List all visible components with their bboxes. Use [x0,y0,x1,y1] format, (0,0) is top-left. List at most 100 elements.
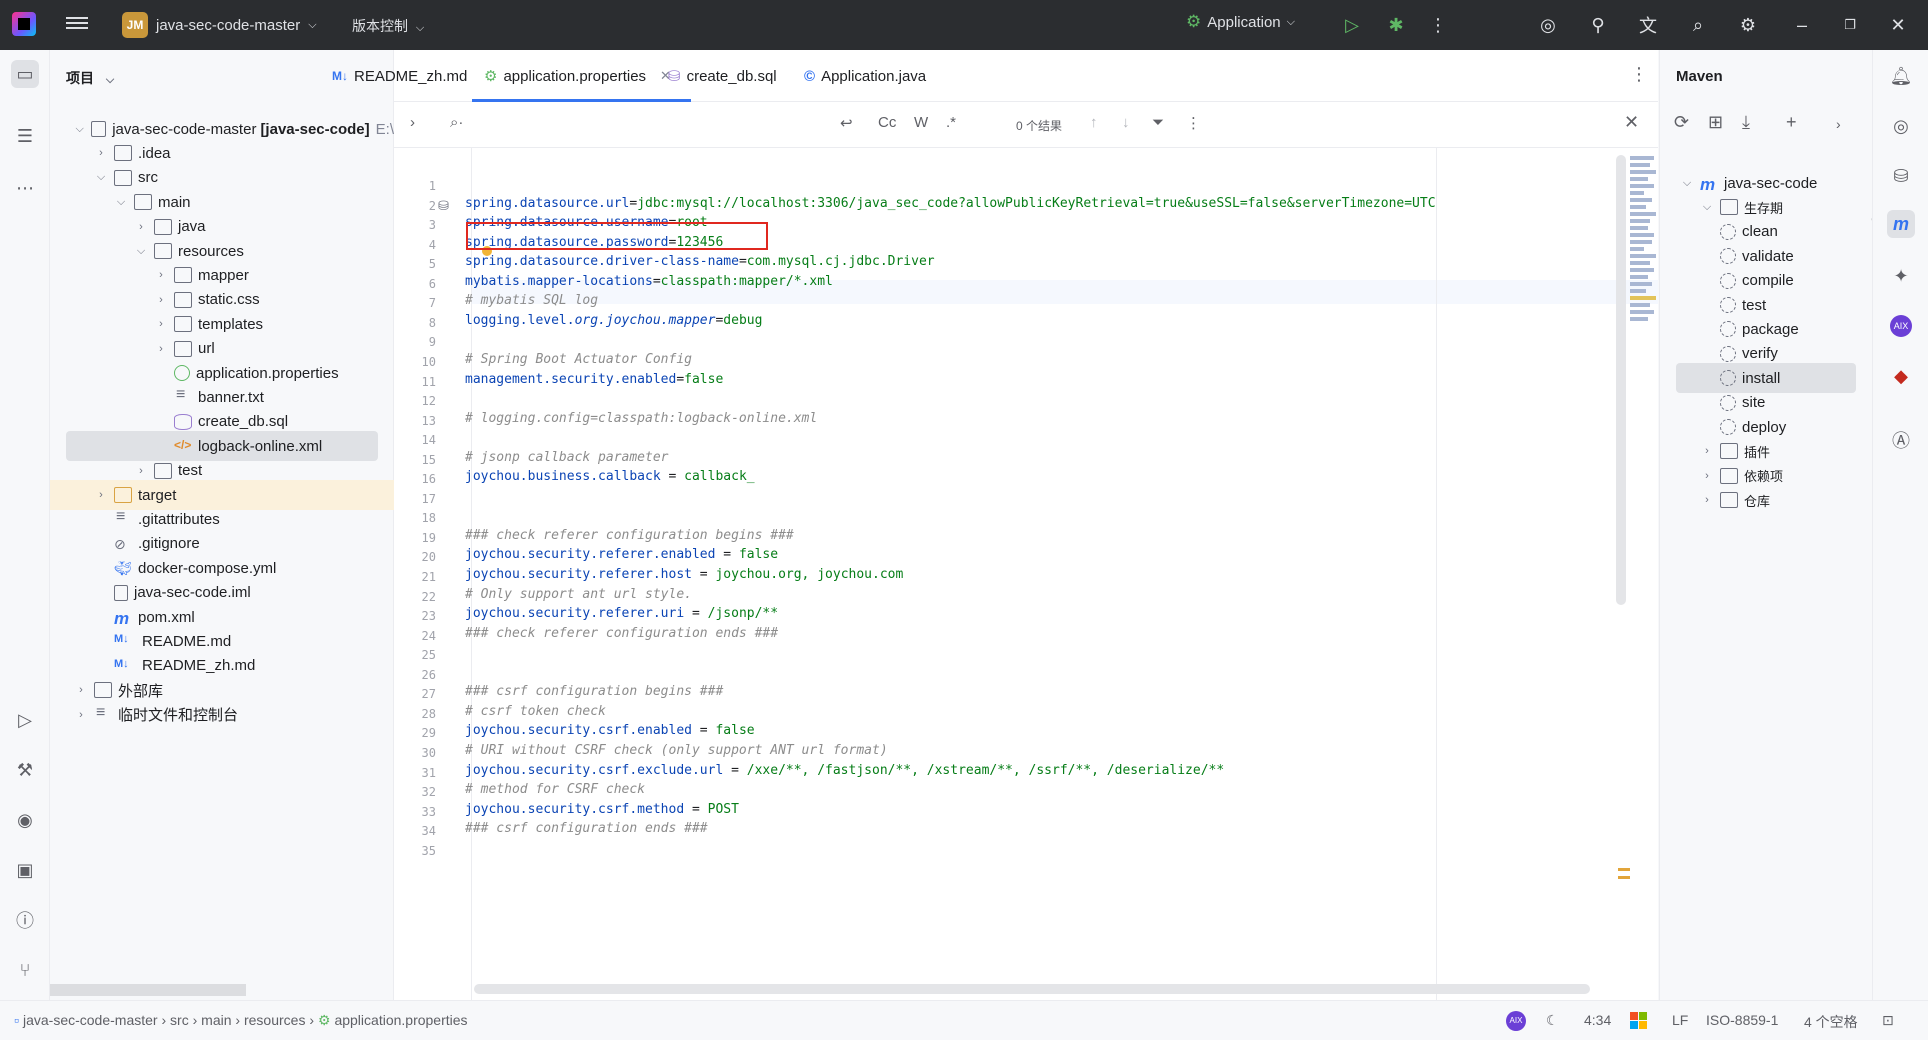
chevron-down-icon[interactable]: ⌵ [114,195,128,209]
chevron-right-icon[interactable]: › [154,317,168,331]
main-menu-icon[interactable] [66,14,88,34]
sync-icon[interactable]: ☾ [1546,1012,1559,1029]
close-icon[interactable]: ✕ [1886,13,1910,37]
chevron-right-icon[interactable]: › [74,683,88,697]
match-case-toggle[interactable]: Cc [878,114,896,131]
breadcrumb-item[interactable]: java-sec-code-master [23,1012,158,1028]
minimize-icon[interactable]: – [1790,13,1814,37]
project-folder-icon[interactable]: ▭ [11,60,39,88]
add-user-icon[interactable]: ⚲ [1586,13,1610,37]
caret-position[interactable]: 4:34 [1584,1012,1611,1028]
tab-application-properties[interactable]: ⚙ application.properties ✕ [472,50,691,102]
chevron-right-icon[interactable]: › [134,464,148,478]
add-icon[interactable]: + [1786,112,1797,133]
chevron-right-icon[interactable]: › [134,220,148,234]
notifications-bell-icon[interactable]: 🔔︎ [1887,62,1915,90]
tabs-more-icon[interactable]: ⋮ [1630,64,1648,85]
services-icon[interactable]: ◉ [11,806,39,834]
code-line: logging.level.org.joychou.mapper=debug [465,312,763,328]
chevron-right-icon[interactable]: › [154,268,168,282]
bird-icon[interactable]: ◆ [1887,362,1915,390]
ai-status-icon[interactable]: AIX [1506,1010,1526,1031]
intellij-logo-icon[interactable] [12,12,36,36]
project-panel-header[interactable]: 项目 ⌵ [66,68,114,88]
db-gutter-icon[interactable]: ⛁ [438,198,449,214]
horizontal-scrollbar[interactable] [474,984,1590,994]
search-icon[interactable]: ⌕· [450,114,463,131]
chevron-down-icon[interactable]: ⌵ [74,122,85,136]
download-icon[interactable]: ⤓ [1742,112,1750,133]
git-branch-icon[interactable]: ⑂ [11,956,39,984]
tab-readme-zh-md[interactable]: M↓ README_zh.md [332,50,467,102]
reload-icon[interactable]: ⟳ [1674,112,1689,133]
debug-icon[interactable]: ✱ [1384,13,1408,37]
chevron-down-icon[interactable]: ⌵ [1680,176,1694,190]
maximize-icon[interactable]: ❐ [1838,13,1862,37]
chevron-down-icon[interactable]: ⌵ [94,171,108,185]
project-selector[interactable]: JM java-sec-code-master ⌵ [122,12,317,38]
breadcrumb-item[interactable]: resources [244,1012,305,1028]
line-number: 34 [421,824,436,839]
chevron-right-icon[interactable]: › [154,342,168,356]
chevron-right-icon[interactable]: › [74,708,88,722]
warning-marker[interactable] [1618,868,1630,871]
chevron-right-icon[interactable]: › [1700,469,1714,483]
ai-assistant-icon[interactable]: AIX [1887,312,1915,340]
expand-icon[interactable]: › [1836,116,1841,132]
breadcrumb-item[interactable]: application.properties [334,1012,467,1028]
next-occurrence-icon[interactable]: ↓ [1122,114,1130,131]
tab-application-java[interactable]: © Application.java [804,50,926,102]
plugin-icon[interactable]: ✦ [1887,262,1915,290]
run-icon[interactable]: ▷ [1340,13,1364,37]
settings-gear-icon[interactable]: ⚙ [1736,13,1760,37]
build-hammer-icon[interactable]: ⚒ [11,756,39,784]
indent-setting[interactable]: 4 个空格 [1804,1012,1858,1032]
terminal-icon[interactable]: ▣ [11,856,39,884]
maven-tree-item[interactable]: › 仓库 [1660,485,1872,515]
chevron-right-icon[interactable]: › [1700,444,1714,458]
new-line-icon[interactable]: ↩ [840,114,853,132]
chevron-down-icon[interactable]: ⌵ [1700,200,1714,214]
breadcrumb-item[interactable]: main [201,1012,231,1028]
vcs-menu[interactable]: 版本控制 ⌵ [352,16,424,36]
line-separator[interactable]: LF [1672,1012,1688,1028]
tree-item[interactable]: › 临时文件和控制台 [50,700,394,730]
prev-occurrence-icon[interactable]: ↑ [1090,114,1098,131]
chevron-right-icon[interactable]: › [94,488,108,502]
file-encoding[interactable]: ISO-8859-1 [1706,1012,1778,1028]
horizontal-scrollbar[interactable] [50,984,246,996]
windows-icon[interactable] [1630,1011,1647,1029]
database-icon[interactable]: ⛁ [1887,162,1915,190]
code-content[interactable]: spring.datasource.url=jdbc:mysql://local… [465,148,1614,1000]
expand-replace-icon[interactable]: › [410,114,415,131]
add-maven-project-icon[interactable]: ⊞ [1708,112,1723,133]
regex-toggle[interactable]: .* [946,114,956,131]
search-input[interactable] [476,110,816,140]
run-config-selector[interactable]: ⚙ Application ⌵ [1186,12,1295,32]
structure-icon[interactable]: ☰ [11,122,39,150]
more-tools-icon[interactable]: ⋯ [11,174,39,202]
chevron-right-icon: › [305,1012,318,1028]
tab-create-db-sql[interactable]: ⛁ create_db.sql [668,50,777,102]
font-icon[interactable]: Ⓐ [1887,426,1915,454]
chevron-right-icon[interactable]: › [94,146,108,160]
problems-icon[interactable]: ⓘ [11,906,39,934]
ai-chat-icon[interactable]: ◎ [1887,112,1915,140]
search-icon[interactable]: ⌕ [1686,13,1710,37]
filter-icon[interactable]: ⏷ [1152,114,1164,131]
chevron-right-icon[interactable]: › [154,293,168,307]
chevron-down-icon[interactable]: ⌵ [134,244,148,258]
code-with-me-icon[interactable]: ◎ [1536,13,1560,37]
more-options-icon[interactable]: ⋮ [1186,114,1201,132]
whole-word-toggle[interactable]: W [914,114,928,131]
close-find-icon[interactable]: ✕ [1624,112,1639,133]
breadcrumb-item[interactable]: src [170,1012,189,1028]
more-icon[interactable]: ⋮ [1426,13,1450,37]
run-tool-icon[interactable]: ▷ [11,706,39,734]
maven-icon[interactable]: m [1887,210,1915,238]
translate-icon[interactable]: 文 [1636,13,1660,37]
vertical-scrollbar[interactable] [1616,155,1626,605]
chevron-right-icon[interactable]: › [1700,493,1714,507]
minimap[interactable] [1630,156,1658,396]
lock-icon[interactable]: ⊡ [1882,1012,1894,1029]
